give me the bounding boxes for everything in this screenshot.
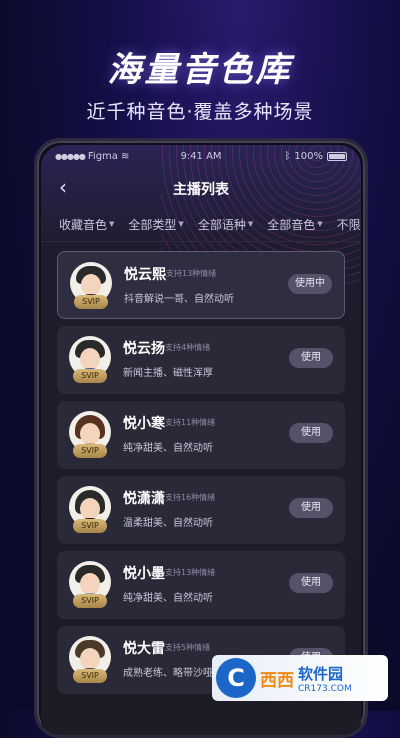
voice-desc: 纯净甜美、自然动听 <box>123 593 213 604</box>
app-screen: ●●●●● Figma ≋ 9:41 AM ᛒ 100% ‹ 主播列表 收藏音色… <box>41 145 361 735</box>
use-button[interactable]: 使用 <box>289 498 333 518</box>
watermark-name: 软件园 <box>298 664 344 683</box>
voice-name: 悦小寒 <box>123 416 165 432</box>
filter-label: 全部语种 <box>197 217 246 232</box>
divider <box>41 241 361 242</box>
voice-name: 悦云熙 <box>124 267 166 283</box>
filter-label: 不限 <box>336 217 361 232</box>
caret-down-icon: ▼ <box>247 220 254 228</box>
emotion-tag: 支持13种情绪 <box>165 568 216 577</box>
svip-badge: SVIP <box>74 295 108 309</box>
use-button[interactable]: 使用中 <box>288 274 332 294</box>
voice-card[interactable]: SVIP 悦云熙 支持13种情绪 抖音解说一哥、自然动听 使用中 <box>57 251 345 319</box>
watermark-url: CR173.COM <box>298 683 352 694</box>
watermark-logo-icon: C <box>216 658 256 698</box>
filter-favorites[interactable]: 收藏音色 ▼ <box>59 213 114 235</box>
svip-badge: SVIP <box>73 594 107 608</box>
use-button[interactable]: 使用 <box>289 573 333 593</box>
voice-name: 悦小墨 <box>123 566 165 582</box>
filter-timbre[interactable]: 全部音色 ▼ <box>267 213 322 235</box>
battery-percent: 100% <box>294 151 323 162</box>
filter-label: 全部类型 <box>128 217 177 232</box>
voice-card[interactable]: SVIP 悦小墨 支持13种情绪 纯净甜美、自然动听 使用 <box>57 551 345 619</box>
caret-down-icon: ▼ <box>317 220 323 228</box>
emotion-tag: 支持16种情绪 <box>165 493 216 502</box>
voice-list: SVIP 悦云熙 支持13种情绪 抖音解说一哥、自然动听 使用中 SVIP 悦云… <box>57 251 345 701</box>
caret-down-icon: ▼ <box>178 220 184 228</box>
emotion-tag: 支持4种情绪 <box>165 343 211 352</box>
page-title: 主播列表 <box>173 182 229 198</box>
voice-card[interactable]: SVIP 悦小寒 支持11种情绪 纯净甜美、自然动听 使用 <box>57 401 345 469</box>
voice-card[interactable]: SVIP 悦云扬 支持4种情绪 新闻主播、磁性浑厚 使用 <box>57 326 345 394</box>
filter-label: 全部音色 <box>267 217 316 232</box>
filter-bar: 收藏音色 ▼ 全部类型 ▼ 全部语种 ▼ 全部音色 ▼ 不限 <box>41 213 361 235</box>
voice-desc: 新闻主播、磁性浑厚 <box>123 368 213 379</box>
nav-bar: ‹ 主播列表 <box>41 171 361 205</box>
filter-label: 收藏音色 <box>59 217 108 232</box>
voice-name: 悦潇潇 <box>123 491 165 507</box>
voice-desc: 成熟老练、略带沙哑 <box>123 668 213 679</box>
status-bar: ●●●●● Figma ≋ 9:41 AM ᛒ 100% <box>41 151 361 167</box>
filter-type[interactable]: 全部类型 ▼ <box>128 213 183 235</box>
hero-subtitle: 近千种音色·覆盖多种场景 <box>86 101 314 123</box>
voice-name: 悦云扬 <box>123 341 165 357</box>
battery-icon <box>327 152 347 161</box>
emotion-tag: 支持11种情绪 <box>165 418 216 427</box>
svip-badge: SVIP <box>73 369 107 383</box>
phone-frame: ●●●●● Figma ≋ 9:41 AM ᛒ 100% ‹ 主播列表 收藏音色… <box>34 138 368 738</box>
watermark-brand: 西西 <box>260 670 294 691</box>
svip-badge: SVIP <box>73 669 107 683</box>
use-button[interactable]: 使用 <box>289 423 333 443</box>
bluetooth-icon: ᛒ <box>284 151 291 162</box>
voice-desc: 温柔甜美、自然动听 <box>123 518 213 529</box>
voice-desc: 抖音解说一哥、自然动听 <box>124 294 234 305</box>
emotion-tag: 支持13种情绪 <box>166 269 217 278</box>
voice-card[interactable]: SVIP 悦潇潇 支持16种情绪 温柔甜美、自然动听 使用 <box>57 476 345 544</box>
filter-language[interactable]: 全部语种 ▼ <box>198 213 253 235</box>
caret-down-icon: ▼ <box>109 220 115 228</box>
svip-badge: SVIP <box>73 444 107 458</box>
voice-name: 悦大雷 <box>123 641 165 657</box>
emotion-tag: 支持5种情绪 <box>165 643 211 652</box>
svip-badge: SVIP <box>73 519 107 533</box>
use-button[interactable]: 使用 <box>289 348 333 368</box>
filter-unlimited[interactable]: 不限 <box>337 213 361 235</box>
hero-title: 海量音色库 <box>107 50 293 90</box>
site-watermark: C 西西 软件园 CR173.COM <box>212 655 388 701</box>
voice-desc: 纯净甜美、自然动听 <box>123 443 213 454</box>
